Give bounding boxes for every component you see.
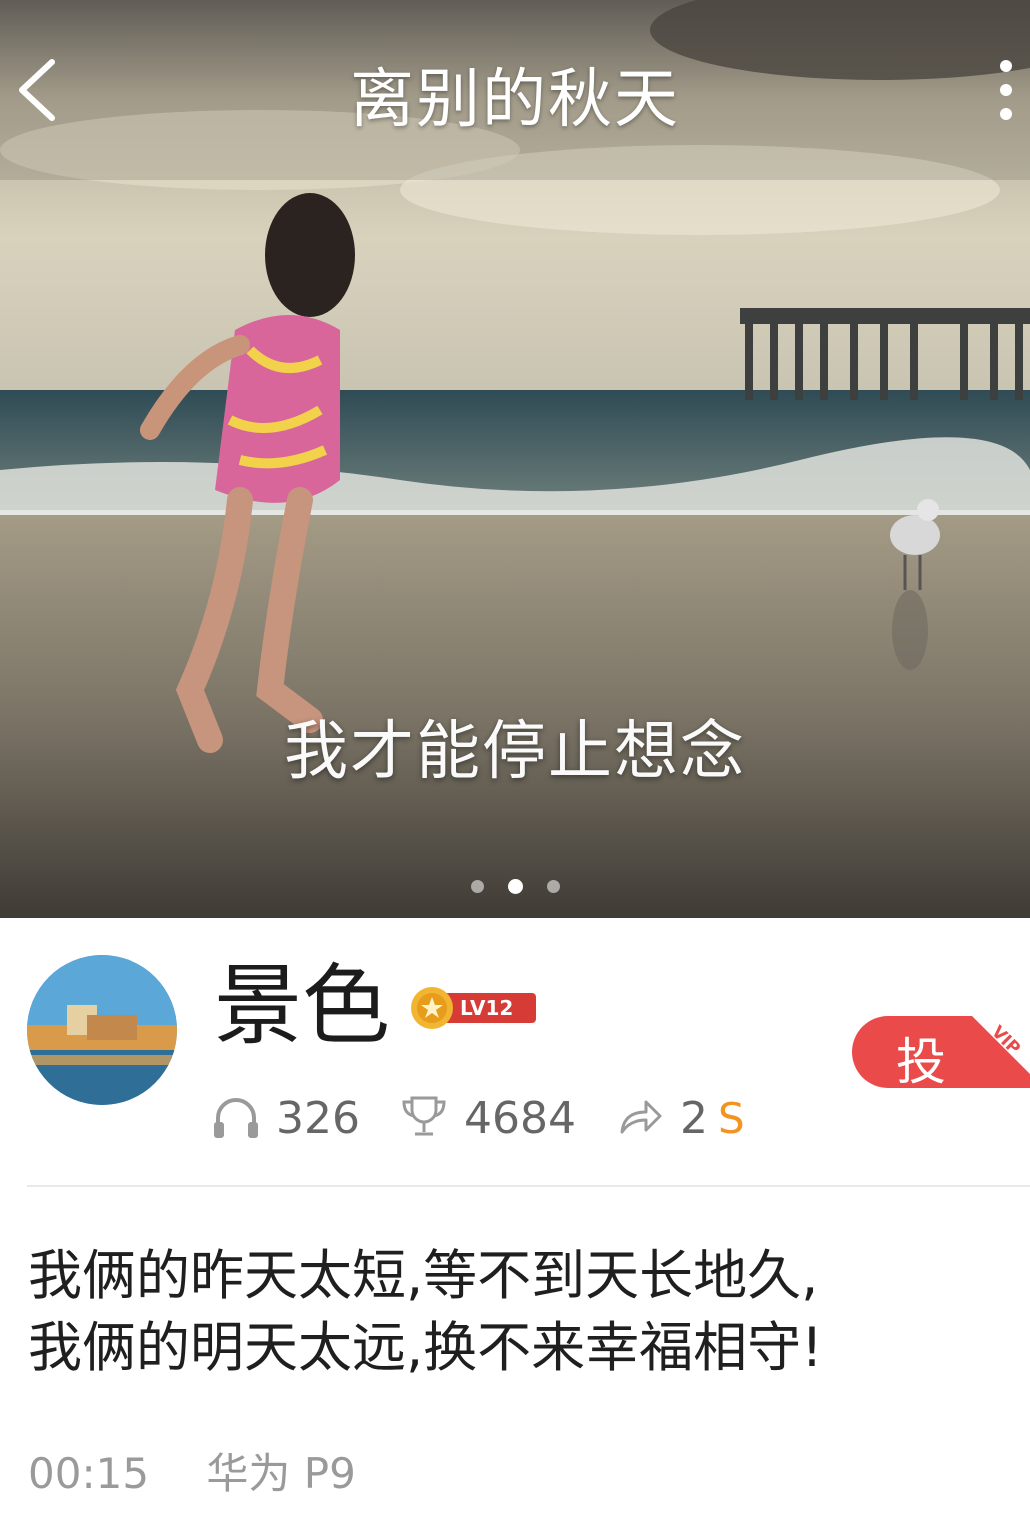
username[interactable]: 景色	[214, 962, 390, 1050]
vote-button[interactable]: 投 VIP	[852, 1016, 1030, 1088]
page-title: 离别的秋天	[350, 63, 680, 137]
divider	[27, 1185, 1030, 1187]
stats-row: 326 4684 2 S	[210, 1088, 745, 1148]
vip-corner-tag: VIP	[972, 1016, 1030, 1074]
trophy-icon	[402, 1096, 446, 1136]
post-text: 我俩的昨天太短,等不到天长地久, 我俩的明天太远,换不来幸福相守!	[28, 1240, 1018, 1384]
headphones-icon	[214, 1098, 258, 1138]
more-vertical-icon[interactable]	[988, 56, 1024, 128]
share-count: 2	[679, 1092, 708, 1144]
hero-image-carousel[interactable]: 离别的秋天 我才能停止想念	[0, 0, 1030, 918]
post-line-2: 我俩的明天太远,换不来幸福相守!	[28, 1316, 823, 1379]
carousel-dot[interactable]	[546, 880, 560, 893]
s-badge: S	[717, 1093, 745, 1143]
share-icon	[620, 1100, 662, 1134]
slide-caption: 我才能停止想念	[284, 715, 746, 789]
level-badge: LV12	[408, 983, 538, 1033]
carousel-indicator	[0, 879, 1030, 894]
post-device: 华为 P9	[206, 1449, 356, 1498]
post-time: 00:15	[28, 1449, 150, 1498]
vote-button-label: 投	[896, 1033, 946, 1088]
top-bar: 离别的秋天	[0, 0, 1030, 180]
post-meta: 00:15 华为 P9	[28, 1440, 356, 1501]
avatar[interactable]	[27, 955, 177, 1105]
carousel-dot[interactable]	[470, 880, 484, 893]
carousel-dot-active[interactable]	[507, 879, 523, 894]
level-badge-text: LV12	[460, 996, 513, 1020]
trophy-count: 4684	[463, 1092, 576, 1144]
post-line-1: 我俩的昨天太短,等不到天长地久,	[28, 1244, 819, 1307]
listen-count: 326	[276, 1092, 360, 1144]
